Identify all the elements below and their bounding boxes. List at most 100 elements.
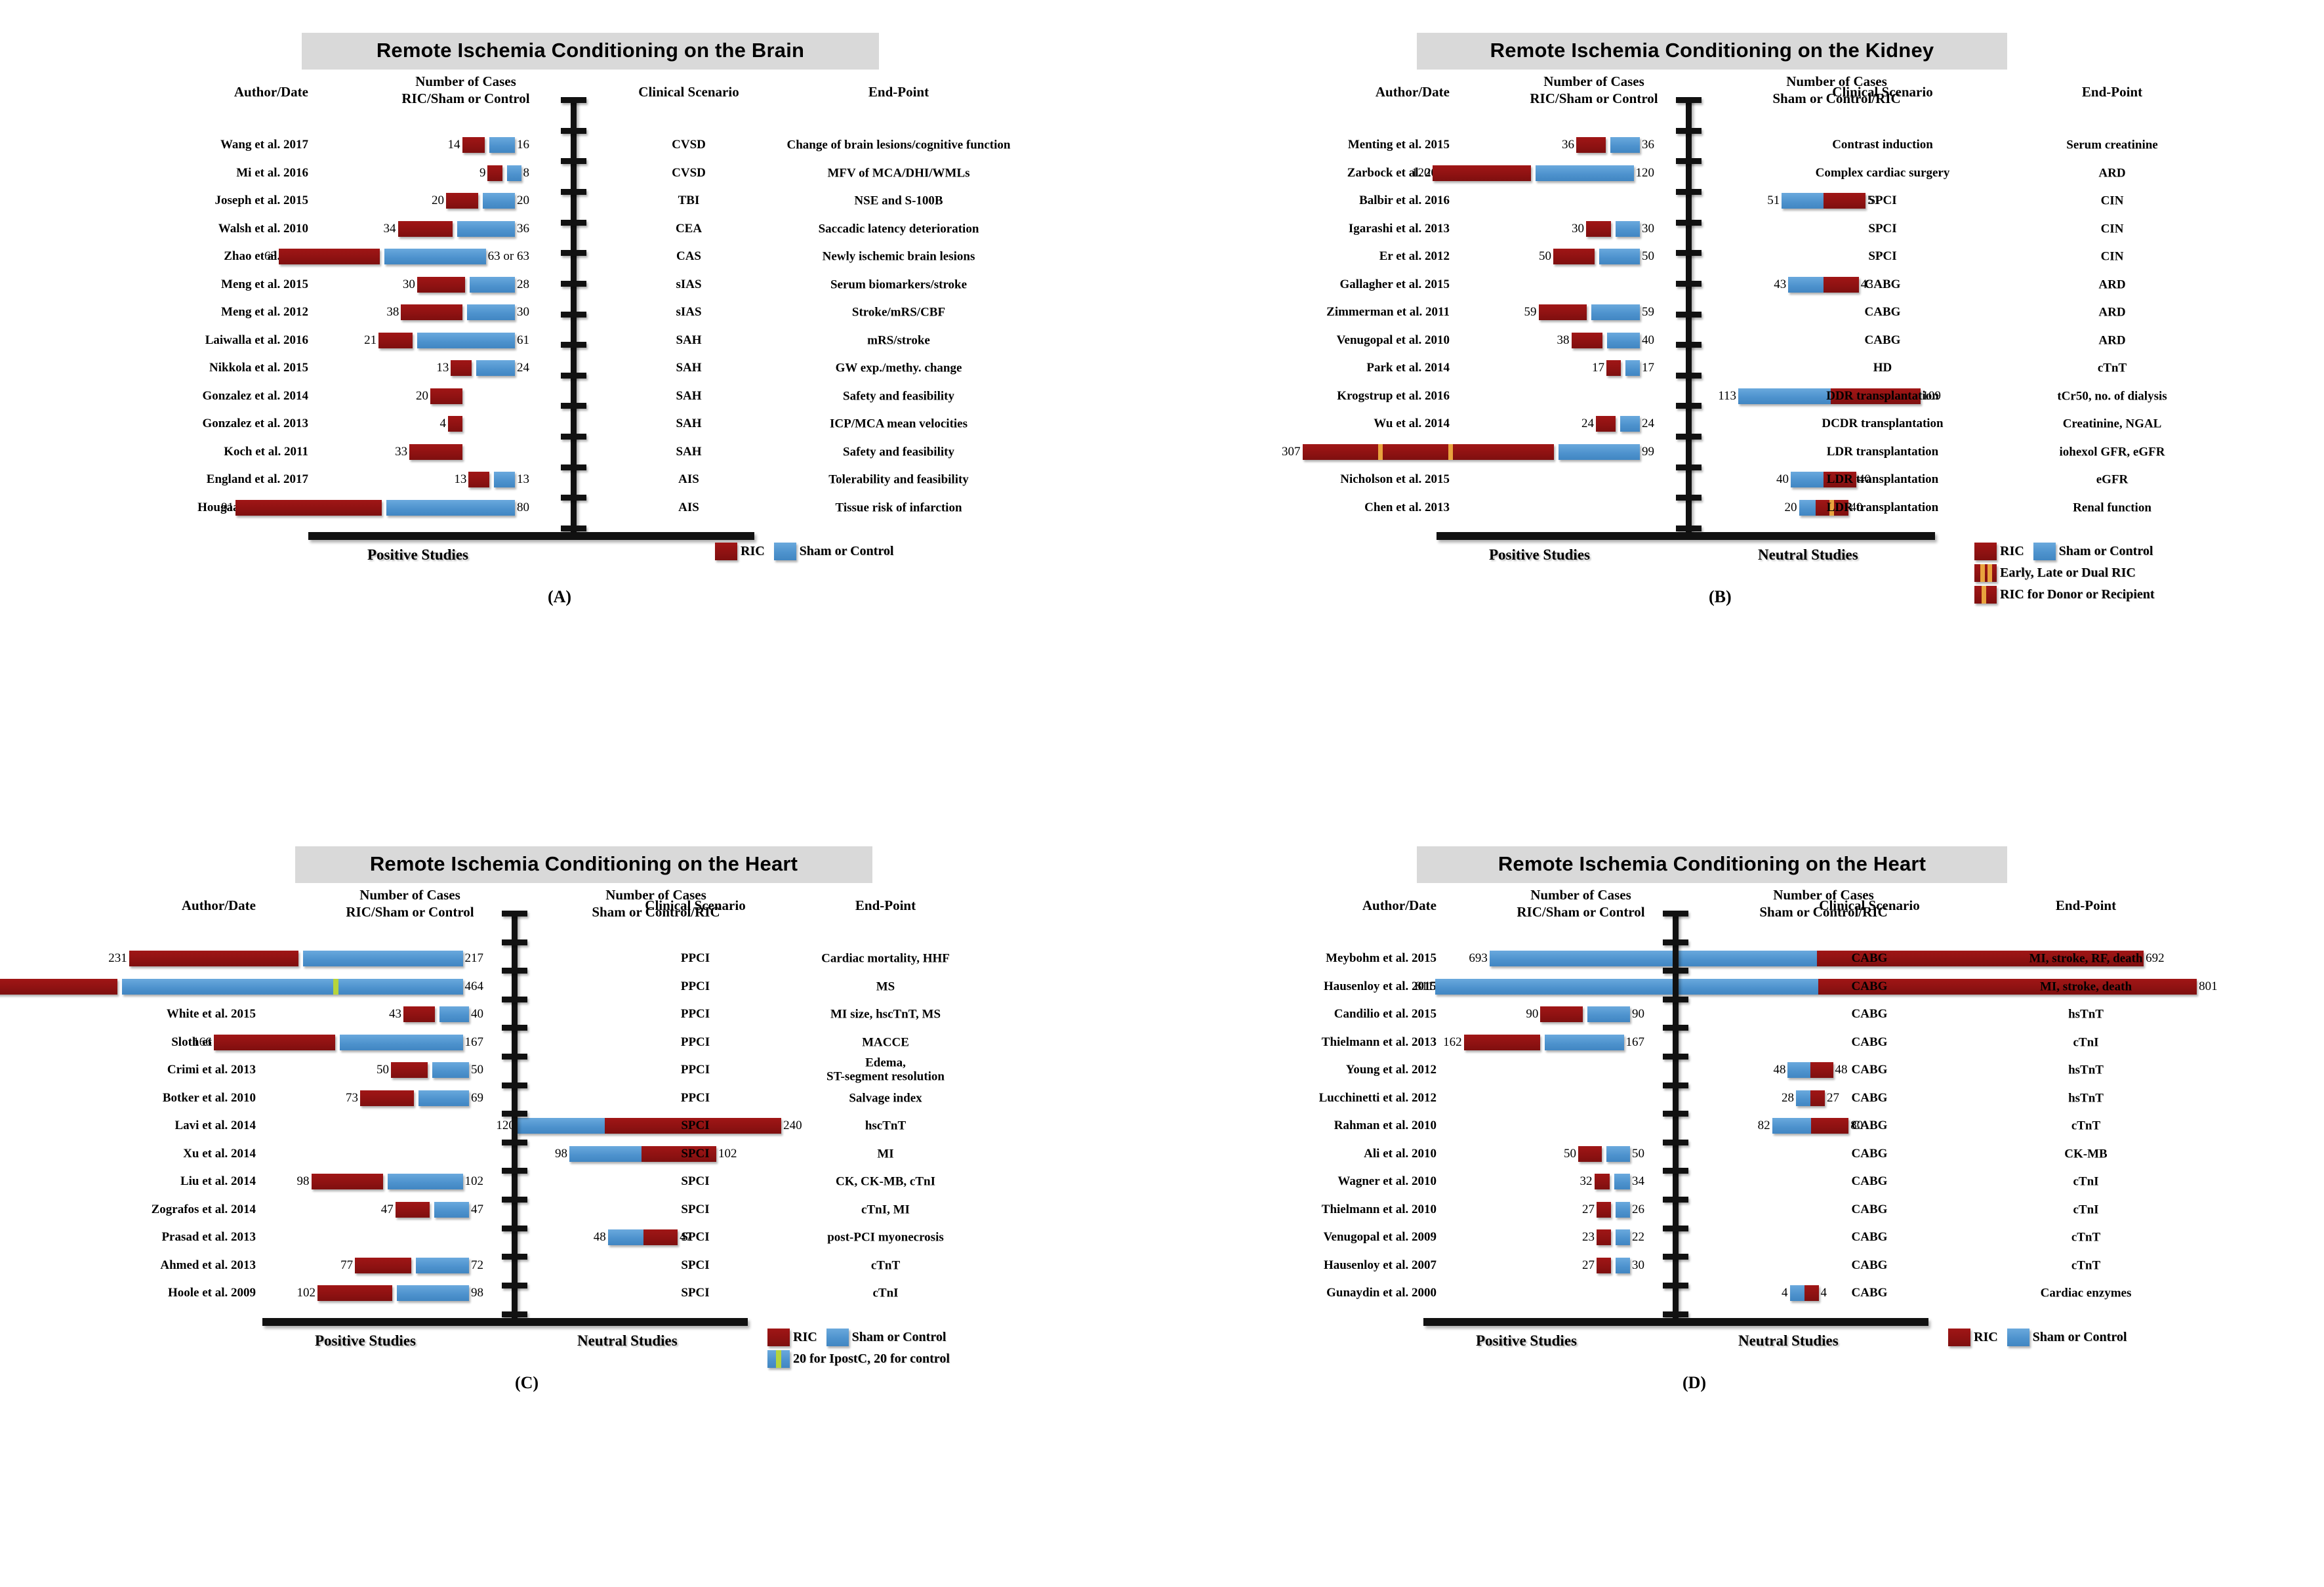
table-row: Aspar et al. 2018231217PPCICardiac morta… [26, 946, 1128, 971]
bar-group-positive: 17 17 [1590, 360, 1656, 376]
bar-value-sham: 167 [1625, 1035, 1645, 1049]
bar-ric [1571, 332, 1602, 348]
bar-value-sham: 28 [1782, 1090, 1794, 1105]
row-author: Joseph et al. 2015 [214, 194, 309, 207]
table-row: Menting et al. 2015 36 36 Contrast inductio… [1187, 133, 2302, 157]
legend-label: Sham or Control [2032, 1329, 2127, 1344]
header-clinical-scenario: Clinical Scenario [1832, 84, 1933, 100]
bar-sham [1782, 193, 1824, 209]
bar-value-sham: 50 [471, 1063, 483, 1077]
label-positive-studies: Positive Studies [1476, 1332, 1577, 1349]
row-end-point: cTnI [872, 1286, 899, 1300]
bar-group-neutral: 48 48 [1771, 1062, 1849, 1078]
row-author: Venugopal et al. 2009 [1323, 1230, 1437, 1244]
row-author: Xu et al. 2014 [183, 1146, 256, 1161]
bar-value-sham: 43 [1774, 277, 1787, 291]
table-row: White et al. 2015 43 40 PPCI MI size, hscTnT… [26, 1002, 1128, 1027]
header-cases-left: Number of Cases RIC/Sham or Control [1530, 73, 1658, 106]
row-end-point: hsTnT [2068, 1090, 2104, 1105]
row-end-point: post-PCI myonecrosis [827, 1230, 944, 1245]
bar-value-ric: 9 [479, 165, 486, 180]
bar-sham [1614, 1174, 1630, 1189]
bar-value-sham: 98 [555, 1146, 567, 1161]
bar-value-sham: 102 [464, 1174, 484, 1188]
row-author: Igarashi et al. 2013 [1348, 221, 1450, 236]
bar-group-positive: 27 26 [1580, 1201, 1646, 1218]
bar-sham [434, 1201, 469, 1218]
table-row: Zhao et al. 2017 63 63 or 63 CAS Newly ische… [26, 244, 1128, 269]
bar-group-neutral: 28 27 [1780, 1090, 1841, 1106]
table-row: Wang et al. 2017 14 16 CVSD Change of brain … [26, 133, 1128, 157]
bar-value-ric: 38 [386, 305, 399, 319]
row-author: Rahman et al. 2010 [1334, 1119, 1437, 1132]
row-clinical-scenario: CVSD [672, 165, 706, 180]
row-clinical-scenario: CABG [1851, 979, 1888, 993]
bar-value-ric: 30 [1572, 221, 1584, 236]
row-author: Gonzalez et al. 2014 [202, 388, 308, 403]
row-author: Er et al. 2012 [1379, 249, 1450, 263]
panel-title-c: Remote Ischemia Conditioning on the Hear… [295, 846, 872, 883]
row-end-point: Cardiac mortality, HHF [821, 951, 950, 966]
legend-row: RIC Sham or Control [767, 1328, 959, 1346]
legend-swatch-donor-ric [1974, 586, 1997, 604]
legend-row: RIC Sham or Control [1974, 543, 2164, 560]
legend-swatch-sham [2007, 1328, 2029, 1346]
bar-group-neutral: 120 240 [494, 1118, 804, 1134]
bar-value-ric: 50 [377, 1063, 389, 1077]
row-clinical-scenario: CABG [1851, 951, 1888, 965]
legend-swatch-ric [1948, 1328, 1970, 1346]
row-end-point: GW exp./methy. change [835, 361, 962, 375]
row-end-point: Salvage index [849, 1090, 922, 1105]
row-clinical-scenario: PPCI [680, 1007, 710, 1021]
table-row: Zografos et al. 2014 47 47 SPCI cTnI, MI [26, 1197, 1128, 1222]
bar-value-sham: 69 [471, 1090, 483, 1105]
bar-group-positive: 30 30 [1570, 220, 1656, 237]
bar-group-neutral: 51 51 [1765, 193, 1882, 209]
row-end-point: MFV of MCA/DHI/WMLs [827, 165, 970, 180]
rows-d: Meybohm et al. 2015 693 692 CABG MI, stroke,… [1187, 946, 2302, 1309]
bar-group-positive: 20 20 [430, 193, 531, 209]
row-clinical-scenario: DCDR transplantation [1822, 417, 1944, 430]
row-end-point: ARD [2098, 165, 2126, 180]
row-end-point: Serum biomarkers/stroke [830, 277, 968, 291]
bar-ric [1586, 220, 1611, 237]
row-author: Ali et al. 2010 [1364, 1146, 1437, 1161]
header-end-point: End-Point [2055, 897, 2117, 913]
row-clinical-scenario: LDR transplantation [1826, 472, 1939, 486]
legend-row: Early, Late or Dual RIC [1974, 564, 2164, 582]
table-row: Koch et al. 2011 33 SAH Safety and feasibil… [26, 440, 1128, 464]
row-author: Lavi et al. 2014 [174, 1119, 256, 1132]
table-row: Wu et al. 2014 24 24 DCDR transplantation Cr… [1187, 411, 2302, 436]
bar-value-sham: 82 [1757, 1119, 1770, 1132]
bar-sham [1591, 304, 1640, 320]
bar-sham [466, 304, 515, 320]
bar-value-sham: 17 [1642, 361, 1654, 375]
row-clinical-scenario: SAH [676, 417, 702, 430]
bar-group-positive: 232464 [0, 978, 485, 995]
row-clinical-scenario: AIS [678, 472, 699, 486]
row-clinical-scenario: CAS [676, 249, 702, 263]
bar-group-positive: 90 90 [1524, 1006, 1646, 1022]
row-end-point: Saccadic latency deterioration [818, 221, 979, 236]
bar-value-ric: 4 [439, 417, 447, 430]
bar-ric [1576, 137, 1606, 153]
bar-group-positive: 36 36 [1560, 137, 1656, 153]
row-clinical-scenario: SPCI [681, 1174, 710, 1188]
row-clinical-scenario: CABG [1864, 333, 1901, 347]
bar-value-ric: 24 [1581, 417, 1594, 430]
baseline [308, 532, 754, 540]
bar-value-ric: 240 [783, 1119, 802, 1132]
center-axis [561, 97, 586, 532]
table-row: Nicholson et al. 2015 40 40 LDR transplanta… [1187, 467, 2302, 492]
table-row: Eitel et al. 2015232464PPCIMS [0, 974, 1128, 999]
rows-b: Menting et al. 2015 36 36 Contrast inductio… [1187, 133, 2302, 523]
bar-value-ric: 20 [416, 388, 428, 403]
bar-value-sham: 26 [1632, 1202, 1644, 1216]
bar-ric [1824, 276, 1859, 293]
bar-group-neutral: 48 47 [592, 1229, 694, 1245]
bar-sham [1559, 443, 1640, 460]
row-author: Lucchinetti et al. 2012 [1318, 1090, 1437, 1105]
bar-sham [340, 1034, 463, 1050]
legend-swatch-sham [2033, 543, 2056, 560]
label-positive-studies: Positive Studies [315, 1332, 416, 1349]
